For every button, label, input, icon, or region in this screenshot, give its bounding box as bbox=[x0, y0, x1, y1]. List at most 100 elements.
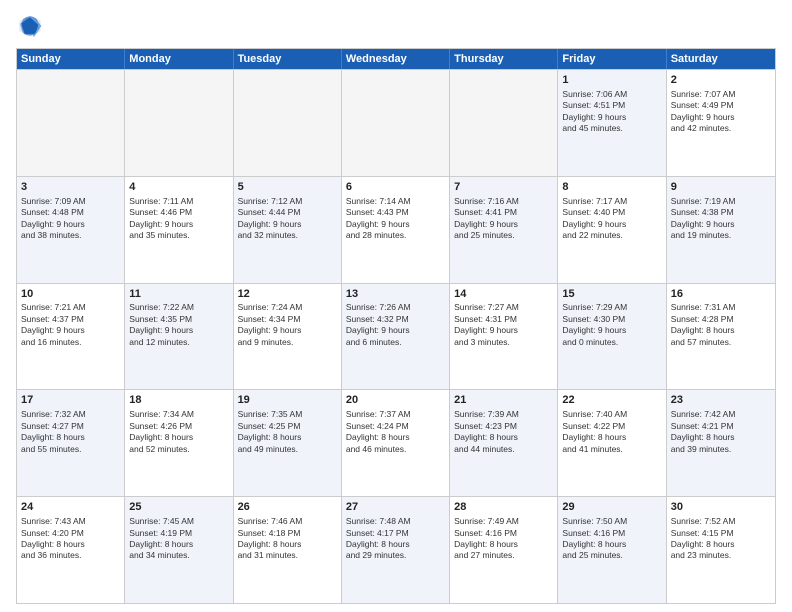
day-info: Sunrise: 7:49 AMSunset: 4:16 PMDaylight:… bbox=[454, 516, 553, 562]
day-number: 6 bbox=[346, 180, 445, 195]
calendar: SundayMondayTuesdayWednesdayThursdayFrid… bbox=[16, 48, 776, 604]
day-number: 27 bbox=[346, 500, 445, 515]
day-cell-15: 15Sunrise: 7:29 AMSunset: 4:30 PMDayligh… bbox=[558, 284, 666, 390]
logo-icon bbox=[16, 12, 44, 40]
calendar-body: 1Sunrise: 7:06 AMSunset: 4:51 PMDaylight… bbox=[17, 69, 775, 603]
day-number: 19 bbox=[238, 393, 337, 408]
day-info: Sunrise: 7:26 AMSunset: 4:32 PMDaylight:… bbox=[346, 302, 445, 348]
day-number: 15 bbox=[562, 287, 661, 302]
day-cell-4: 4Sunrise: 7:11 AMSunset: 4:46 PMDaylight… bbox=[125, 177, 233, 283]
day-cell-3: 3Sunrise: 7:09 AMSunset: 4:48 PMDaylight… bbox=[17, 177, 125, 283]
day-info: Sunrise: 7:12 AMSunset: 4:44 PMDaylight:… bbox=[238, 196, 337, 242]
day-cell-12: 12Sunrise: 7:24 AMSunset: 4:34 PMDayligh… bbox=[234, 284, 342, 390]
day-cell-28: 28Sunrise: 7:49 AMSunset: 4:16 PMDayligh… bbox=[450, 497, 558, 603]
day-cell-30: 30Sunrise: 7:52 AMSunset: 4:15 PMDayligh… bbox=[667, 497, 775, 603]
day-info: Sunrise: 7:40 AMSunset: 4:22 PMDaylight:… bbox=[562, 409, 661, 455]
day-cell-25: 25Sunrise: 7:45 AMSunset: 4:19 PMDayligh… bbox=[125, 497, 233, 603]
day-cell-13: 13Sunrise: 7:26 AMSunset: 4:32 PMDayligh… bbox=[342, 284, 450, 390]
day-info: Sunrise: 7:29 AMSunset: 4:30 PMDaylight:… bbox=[562, 302, 661, 348]
day-cell-27: 27Sunrise: 7:48 AMSunset: 4:17 PMDayligh… bbox=[342, 497, 450, 603]
logo bbox=[16, 12, 48, 40]
day-number: 17 bbox=[21, 393, 120, 408]
empty-cell bbox=[17, 70, 125, 176]
day-number: 24 bbox=[21, 500, 120, 515]
day-info: Sunrise: 7:43 AMSunset: 4:20 PMDaylight:… bbox=[21, 516, 120, 562]
day-info: Sunrise: 7:42 AMSunset: 4:21 PMDaylight:… bbox=[671, 409, 771, 455]
day-cell-21: 21Sunrise: 7:39 AMSunset: 4:23 PMDayligh… bbox=[450, 390, 558, 496]
day-cell-9: 9Sunrise: 7:19 AMSunset: 4:38 PMDaylight… bbox=[667, 177, 775, 283]
calendar-header: SundayMondayTuesdayWednesdayThursdayFrid… bbox=[17, 49, 775, 69]
day-info: Sunrise: 7:37 AMSunset: 4:24 PMDaylight:… bbox=[346, 409, 445, 455]
day-cell-20: 20Sunrise: 7:37 AMSunset: 4:24 PMDayligh… bbox=[342, 390, 450, 496]
header bbox=[16, 12, 776, 40]
day-info: Sunrise: 7:09 AMSunset: 4:48 PMDaylight:… bbox=[21, 196, 120, 242]
calendar-row-5: 24Sunrise: 7:43 AMSunset: 4:20 PMDayligh… bbox=[17, 496, 775, 603]
day-number: 21 bbox=[454, 393, 553, 408]
day-number: 3 bbox=[21, 180, 120, 195]
day-number: 26 bbox=[238, 500, 337, 515]
day-cell-19: 19Sunrise: 7:35 AMSunset: 4:25 PMDayligh… bbox=[234, 390, 342, 496]
header-day-saturday: Saturday bbox=[667, 49, 775, 69]
day-number: 9 bbox=[671, 180, 771, 195]
day-cell-1: 1Sunrise: 7:06 AMSunset: 4:51 PMDaylight… bbox=[558, 70, 666, 176]
day-cell-17: 17Sunrise: 7:32 AMSunset: 4:27 PMDayligh… bbox=[17, 390, 125, 496]
day-cell-22: 22Sunrise: 7:40 AMSunset: 4:22 PMDayligh… bbox=[558, 390, 666, 496]
header-day-sunday: Sunday bbox=[17, 49, 125, 69]
day-cell-11: 11Sunrise: 7:22 AMSunset: 4:35 PMDayligh… bbox=[125, 284, 233, 390]
day-info: Sunrise: 7:07 AMSunset: 4:49 PMDaylight:… bbox=[671, 89, 771, 135]
day-number: 4 bbox=[129, 180, 228, 195]
page: SundayMondayTuesdayWednesdayThursdayFrid… bbox=[0, 0, 792, 612]
day-cell-2: 2Sunrise: 7:07 AMSunset: 4:49 PMDaylight… bbox=[667, 70, 775, 176]
day-cell-29: 29Sunrise: 7:50 AMSunset: 4:16 PMDayligh… bbox=[558, 497, 666, 603]
day-number: 23 bbox=[671, 393, 771, 408]
day-number: 2 bbox=[671, 73, 771, 88]
day-info: Sunrise: 7:24 AMSunset: 4:34 PMDaylight:… bbox=[238, 302, 337, 348]
day-number: 20 bbox=[346, 393, 445, 408]
day-info: Sunrise: 7:14 AMSunset: 4:43 PMDaylight:… bbox=[346, 196, 445, 242]
day-info: Sunrise: 7:17 AMSunset: 4:40 PMDaylight:… bbox=[562, 196, 661, 242]
day-info: Sunrise: 7:35 AMSunset: 4:25 PMDaylight:… bbox=[238, 409, 337, 455]
day-number: 11 bbox=[129, 287, 228, 302]
day-info: Sunrise: 7:45 AMSunset: 4:19 PMDaylight:… bbox=[129, 516, 228, 562]
calendar-row-1: 1Sunrise: 7:06 AMSunset: 4:51 PMDaylight… bbox=[17, 69, 775, 176]
day-info: Sunrise: 7:27 AMSunset: 4:31 PMDaylight:… bbox=[454, 302, 553, 348]
calendar-row-3: 10Sunrise: 7:21 AMSunset: 4:37 PMDayligh… bbox=[17, 283, 775, 390]
day-number: 18 bbox=[129, 393, 228, 408]
day-number: 29 bbox=[562, 500, 661, 515]
day-info: Sunrise: 7:16 AMSunset: 4:41 PMDaylight:… bbox=[454, 196, 553, 242]
day-cell-8: 8Sunrise: 7:17 AMSunset: 4:40 PMDaylight… bbox=[558, 177, 666, 283]
day-info: Sunrise: 7:39 AMSunset: 4:23 PMDaylight:… bbox=[454, 409, 553, 455]
day-info: Sunrise: 7:48 AMSunset: 4:17 PMDaylight:… bbox=[346, 516, 445, 562]
empty-cell bbox=[234, 70, 342, 176]
day-info: Sunrise: 7:50 AMSunset: 4:16 PMDaylight:… bbox=[562, 516, 661, 562]
day-cell-6: 6Sunrise: 7:14 AMSunset: 4:43 PMDaylight… bbox=[342, 177, 450, 283]
day-info: Sunrise: 7:22 AMSunset: 4:35 PMDaylight:… bbox=[129, 302, 228, 348]
calendar-row-2: 3Sunrise: 7:09 AMSunset: 4:48 PMDaylight… bbox=[17, 176, 775, 283]
header-day-tuesday: Tuesday bbox=[234, 49, 342, 69]
day-number: 16 bbox=[671, 287, 771, 302]
header-day-friday: Friday bbox=[558, 49, 666, 69]
calendar-row-4: 17Sunrise: 7:32 AMSunset: 4:27 PMDayligh… bbox=[17, 389, 775, 496]
day-cell-16: 16Sunrise: 7:31 AMSunset: 4:28 PMDayligh… bbox=[667, 284, 775, 390]
day-info: Sunrise: 7:06 AMSunset: 4:51 PMDaylight:… bbox=[562, 89, 661, 135]
day-cell-14: 14Sunrise: 7:27 AMSunset: 4:31 PMDayligh… bbox=[450, 284, 558, 390]
empty-cell bbox=[125, 70, 233, 176]
header-day-monday: Monday bbox=[125, 49, 233, 69]
day-number: 10 bbox=[21, 287, 120, 302]
header-day-wednesday: Wednesday bbox=[342, 49, 450, 69]
day-number: 22 bbox=[562, 393, 661, 408]
day-cell-18: 18Sunrise: 7:34 AMSunset: 4:26 PMDayligh… bbox=[125, 390, 233, 496]
day-number: 13 bbox=[346, 287, 445, 302]
day-number: 8 bbox=[562, 180, 661, 195]
day-cell-23: 23Sunrise: 7:42 AMSunset: 4:21 PMDayligh… bbox=[667, 390, 775, 496]
day-info: Sunrise: 7:46 AMSunset: 4:18 PMDaylight:… bbox=[238, 516, 337, 562]
day-info: Sunrise: 7:19 AMSunset: 4:38 PMDaylight:… bbox=[671, 196, 771, 242]
day-number: 14 bbox=[454, 287, 553, 302]
day-number: 12 bbox=[238, 287, 337, 302]
day-number: 7 bbox=[454, 180, 553, 195]
day-number: 1 bbox=[562, 73, 661, 88]
day-cell-5: 5Sunrise: 7:12 AMSunset: 4:44 PMDaylight… bbox=[234, 177, 342, 283]
day-cell-7: 7Sunrise: 7:16 AMSunset: 4:41 PMDaylight… bbox=[450, 177, 558, 283]
day-cell-24: 24Sunrise: 7:43 AMSunset: 4:20 PMDayligh… bbox=[17, 497, 125, 603]
day-number: 5 bbox=[238, 180, 337, 195]
